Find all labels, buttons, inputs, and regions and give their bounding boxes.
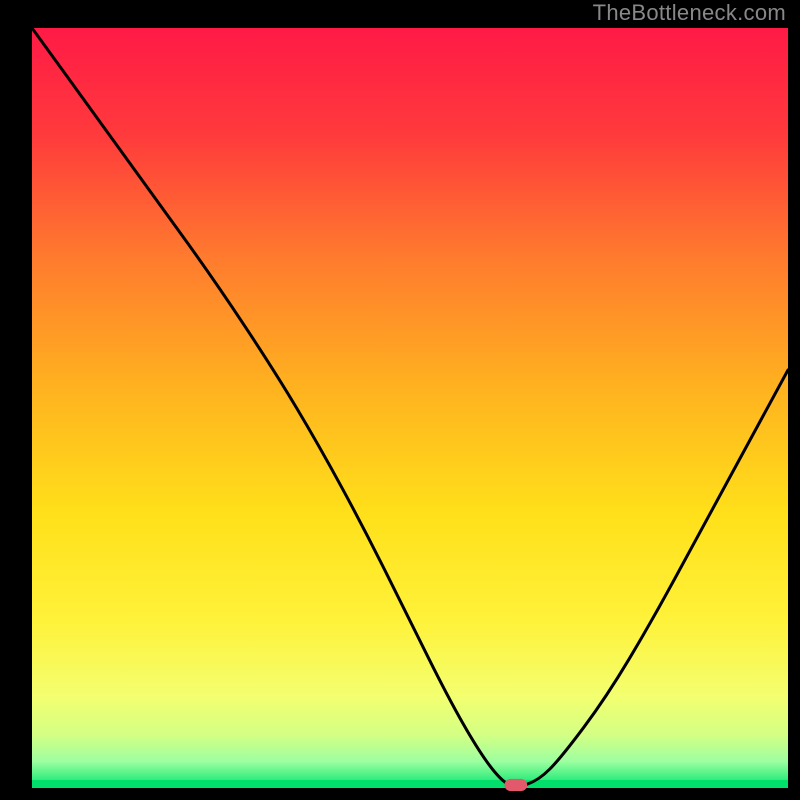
bottleneck-chart xyxy=(0,0,800,800)
baseline-strip xyxy=(32,780,788,788)
chart-gradient-bg xyxy=(32,28,788,788)
optimum-marker xyxy=(505,779,528,791)
chart-stage: TheBottleneck.com xyxy=(0,0,800,800)
watermark-label: TheBottleneck.com xyxy=(593,0,786,26)
